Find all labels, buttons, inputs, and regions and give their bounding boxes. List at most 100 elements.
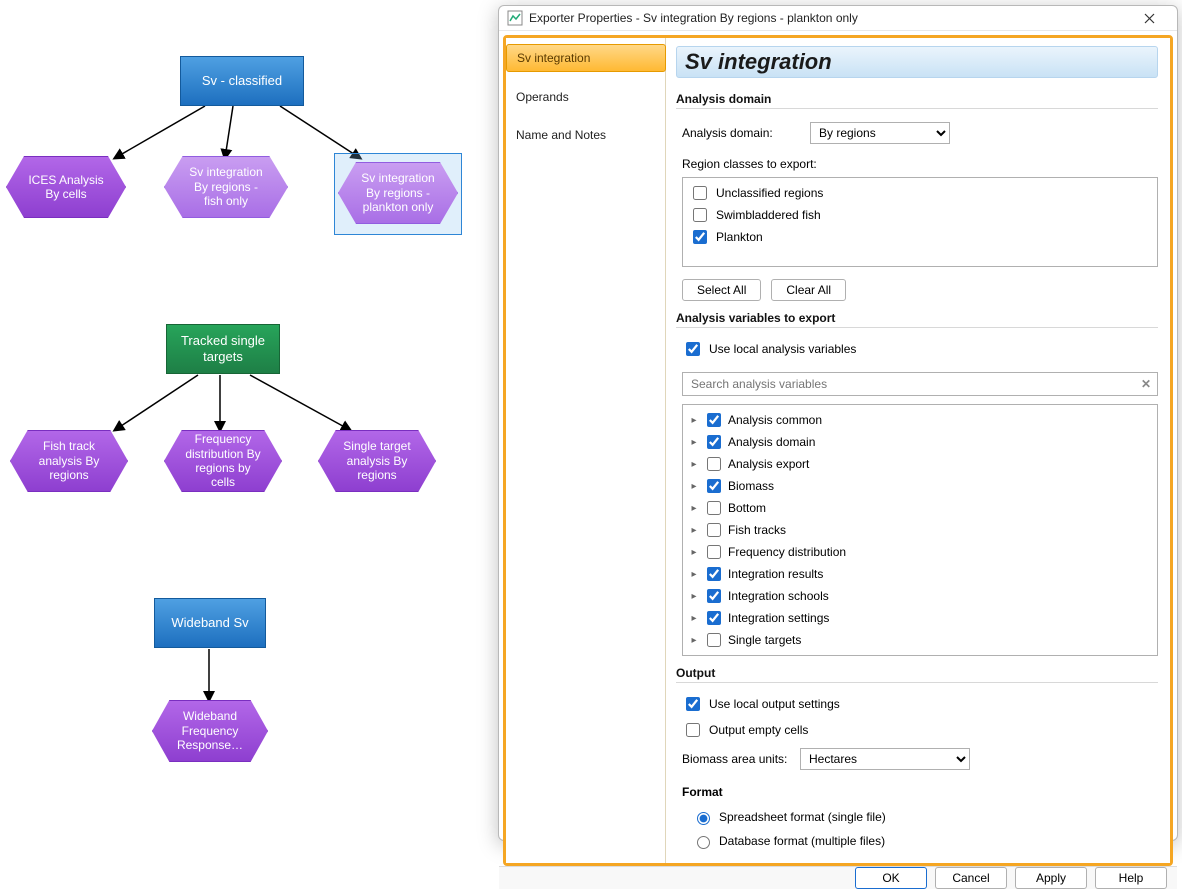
node-freq-dist[interactable]: Frequency distribution By regions by cel… xyxy=(164,430,282,492)
apply-button[interactable]: Apply xyxy=(1015,867,1087,889)
region-checkbox[interactable] xyxy=(693,186,707,200)
clear-all-button[interactable]: Clear All xyxy=(771,279,846,301)
region-item[interactable]: Plankton xyxy=(689,226,1151,248)
region-checkbox[interactable] xyxy=(693,208,707,222)
vars-tree-item[interactable]: ▸Analysis export xyxy=(689,453,1151,475)
expand-icon[interactable]: ▸ xyxy=(689,591,699,602)
exporter-properties-dialog: Exporter Properties - Sv integration By … xyxy=(498,5,1178,841)
tab-operands[interactable]: Operands xyxy=(506,84,665,110)
help-button[interactable]: Help xyxy=(1095,867,1167,889)
vars-checkbox[interactable] xyxy=(707,611,721,625)
use-local-output-label: Use local output settings xyxy=(709,697,840,711)
vars-label: Fish tracks xyxy=(728,523,786,537)
region-label: Swimbladdered fish xyxy=(716,208,821,222)
vars-tree-item[interactable]: ▸ Bottom xyxy=(689,497,1151,519)
titlebar[interactable]: Exporter Properties - Sv integration By … xyxy=(499,6,1177,31)
use-local-output-checkbox[interactable] xyxy=(686,697,700,711)
region-checkbox[interactable] xyxy=(693,230,707,244)
biomass-units-select[interactable]: Hectares xyxy=(800,748,970,770)
region-label: Unclassified regions xyxy=(716,186,823,200)
output-empty-label: Output empty cells xyxy=(709,723,808,737)
ok-button[interactable]: OK xyxy=(855,867,927,889)
search-input[interactable] xyxy=(689,376,1141,392)
node-single-target[interactable]: Single target analysis By regions xyxy=(318,430,436,492)
section-analysis-domain: Analysis domain xyxy=(676,92,1158,109)
node-sv-plankton[interactable]: Sv integration By regions - plankton onl… xyxy=(338,162,458,224)
vars-checkbox[interactable] xyxy=(707,457,721,471)
vars-tree-item[interactable]: ▸Integration settings xyxy=(689,607,1151,629)
vars-tree-item[interactable]: ▸ Integration results xyxy=(689,563,1151,585)
expand-icon[interactable]: ▸ xyxy=(689,635,699,646)
region-label: Plankton xyxy=(716,230,763,244)
tab-sv-integration[interactable]: Sv integration xyxy=(506,44,666,72)
vars-checkbox[interactable] xyxy=(707,435,721,449)
node-ices-analysis[interactable]: ICES Analysis By cells xyxy=(6,156,126,218)
expand-icon[interactable]: ▸ xyxy=(689,415,699,426)
expand-icon[interactable]: ▸ xyxy=(689,569,699,580)
clear-search-icon[interactable]: ✕ xyxy=(1141,377,1151,391)
vars-label: Analysis domain xyxy=(728,435,815,449)
format-spreadsheet-label: Spreadsheet format (single file) xyxy=(719,810,886,824)
node-label: Sv integration By regions - plankton onl… xyxy=(357,171,439,214)
node-label: Sv - classified xyxy=(202,73,282,89)
tab-name-notes[interactable]: Name and Notes xyxy=(506,122,665,148)
node-fish-track[interactable]: Fish track analysis By regions xyxy=(10,430,128,492)
vars-tree-item[interactable]: ▸ Fish tracks xyxy=(689,519,1151,541)
vars-label: Bottom xyxy=(728,501,766,515)
format-spreadsheet-radio[interactable] xyxy=(697,812,710,825)
expand-icon[interactable]: ▸ xyxy=(689,547,699,558)
region-item[interactable]: Swimbladdered fish xyxy=(689,204,1151,226)
node-sv-classified[interactable]: Sv - classified xyxy=(180,56,304,106)
vars-label: Analysis common xyxy=(728,413,822,427)
format-database-radio[interactable] xyxy=(697,836,710,849)
expand-icon[interactable]: ▸ xyxy=(689,503,699,514)
dialog-footer: OK Cancel Apply Help xyxy=(499,866,1177,889)
vars-checkbox[interactable] xyxy=(707,633,721,647)
analysis-domain-select[interactable]: By regions xyxy=(810,122,950,144)
region-item[interactable]: Unclassified regions xyxy=(689,182,1151,204)
flow-canvas[interactable]: Sv - classified ICES Analysis By cells S… xyxy=(0,0,498,845)
dialog-body: Sv integration Operands Name and Notes S… xyxy=(503,35,1173,866)
expand-icon[interactable]: ▸ xyxy=(689,481,699,492)
cancel-button[interactable]: Cancel xyxy=(935,867,1007,889)
vars-label: Integration results xyxy=(728,567,823,581)
close-button[interactable] xyxy=(1129,6,1169,30)
vars-checkbox[interactable] xyxy=(707,479,721,493)
expand-icon[interactable]: ▸ xyxy=(689,437,699,448)
vars-checkbox[interactable] xyxy=(707,545,721,559)
vars-tree-item[interactable]: ▸Frequency distribution xyxy=(689,541,1151,563)
vars-tree-item[interactable]: ▸Biomass xyxy=(689,475,1151,497)
select-all-button[interactable]: Select All xyxy=(682,279,761,301)
vars-checkbox[interactable] xyxy=(707,413,721,427)
panel-title: Sv integration xyxy=(685,49,1149,75)
output-empty-cells[interactable]: Output empty cells xyxy=(682,719,1158,741)
expand-icon[interactable]: ▸ xyxy=(689,525,699,536)
node-sv-fish[interactable]: Sv integration By regions - fish only xyxy=(164,156,288,218)
use-local-output[interactable]: Use local output settings xyxy=(682,693,1158,715)
section-output: Output xyxy=(676,666,1158,683)
vars-tree-item[interactable]: ▸ Analysis domain xyxy=(689,431,1151,453)
vars-tree-item[interactable]: ▸ Analysis common xyxy=(689,409,1151,431)
expand-icon[interactable]: ▸ xyxy=(689,613,699,624)
vars-tree[interactable]: ▸ Analysis common ▸ Analysis domain ▸Analysi… xyxy=(682,404,1158,656)
node-label: Frequency distribution By regions by cel… xyxy=(183,432,263,490)
vars-tree-item[interactable]: ▸Integration schools xyxy=(689,585,1151,607)
vars-tree-item[interactable]: ▸Single targets xyxy=(689,629,1151,651)
use-local-vars-checkbox[interactable] xyxy=(686,342,700,356)
use-local-vars[interactable]: Use local analysis variables xyxy=(682,338,1158,360)
vars-checkbox[interactable] xyxy=(707,501,721,515)
vars-checkbox[interactable] xyxy=(707,589,721,603)
format-database[interactable]: Database format (multiple files) xyxy=(692,831,1158,851)
search-vars[interactable]: ✕ xyxy=(682,372,1158,396)
node-tracked-targets[interactable]: Tracked single targets xyxy=(166,324,280,374)
node-label: Tracked single targets xyxy=(173,333,273,366)
format-spreadsheet[interactable]: Spreadsheet format (single file) xyxy=(692,807,1158,827)
node-label: Single target analysis By regions xyxy=(337,439,417,482)
node-wideband-sv[interactable]: Wideband Sv xyxy=(154,598,266,648)
node-wideband-freq[interactable]: Wideband Frequency Response… xyxy=(152,700,268,762)
vars-checkbox[interactable] xyxy=(707,523,721,537)
vars-checkbox[interactable] xyxy=(707,567,721,581)
expand-icon[interactable]: ▸ xyxy=(689,459,699,470)
output-empty-checkbox[interactable] xyxy=(686,723,700,737)
region-classes-list[interactable]: Unclassified regions Swimbladdered fish … xyxy=(682,177,1158,267)
